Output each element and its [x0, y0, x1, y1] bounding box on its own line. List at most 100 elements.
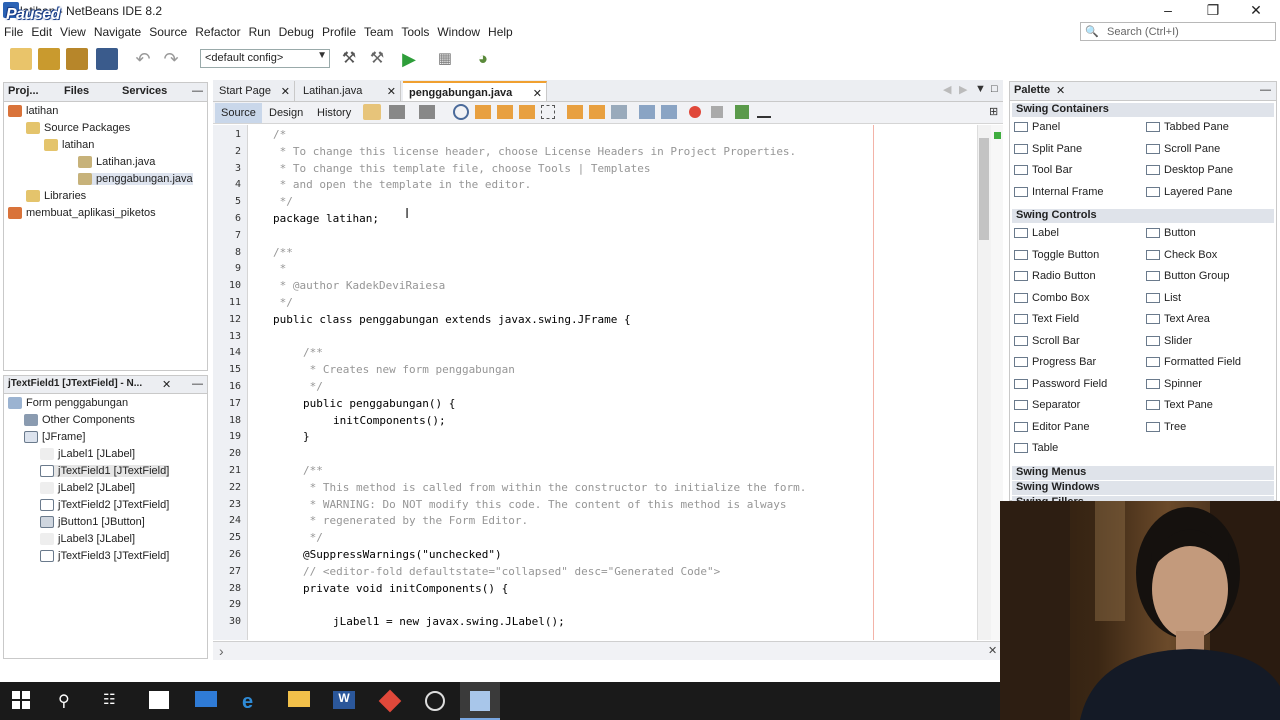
palette-item[interactable]: Desktop Pane — [1146, 164, 1233, 176]
shift-left-icon[interactable] — [639, 105, 655, 119]
palette-item[interactable]: Text Pane — [1146, 399, 1213, 411]
redo-icon[interactable]: ↷ — [160, 48, 182, 70]
undo-icon[interactable]: ↶ — [132, 48, 154, 70]
close-icon[interactable]: ✕ — [988, 644, 997, 657]
menu-run[interactable]: Run — [245, 22, 275, 39]
menu-tools[interactable]: Tools — [397, 22, 433, 39]
menu-debug[interactable]: Debug — [275, 22, 318, 39]
menu-refactor[interactable]: Refactor — [191, 22, 244, 39]
tab-latihan-java[interactable]: Latihan.java ✕ — [297, 81, 401, 101]
split-icon[interactable]: ⊞ — [989, 105, 998, 118]
palette-item[interactable]: Tree — [1146, 421, 1186, 433]
palette-item[interactable]: Password Field — [1014, 378, 1107, 390]
tab-source[interactable]: Source — [215, 103, 262, 123]
close-icon[interactable]: ✕ — [281, 85, 290, 98]
store-icon[interactable] — [149, 691, 171, 711]
palette-item[interactable]: Toggle Button — [1014, 249, 1099, 261]
palette-item[interactable]: Label — [1014, 227, 1059, 239]
minimize-panel-icon[interactable]: — — [192, 378, 203, 390]
tree-node-libraries[interactable]: Libraries — [26, 190, 86, 203]
stop-macro-icon[interactable] — [711, 106, 723, 118]
toggle-bookmark-icon[interactable] — [611, 105, 627, 119]
tree-node-penggabungan-java[interactable]: penggabungan.java — [78, 173, 193, 186]
palette-item[interactable]: Check Box — [1146, 249, 1217, 261]
tree-node-jlabel1[interactable]: jLabel1 [JLabel] — [40, 448, 135, 461]
prev-bookmark-icon[interactable] — [567, 105, 583, 119]
forward-icon[interactable] — [419, 105, 435, 119]
palette-item[interactable]: Progress Bar — [1014, 356, 1096, 368]
close-icon[interactable]: ✕ — [533, 87, 542, 100]
palette-item[interactable]: Radio Button — [1014, 270, 1096, 282]
run-icon[interactable]: ▶ — [398, 48, 420, 70]
clean-build-icon[interactable]: ⚒ — [366, 48, 388, 70]
menu-profile[interactable]: Profile — [318, 22, 360, 39]
tree-node-jlabel3[interactable]: jLabel3 [JLabel] — [40, 533, 135, 546]
comment-icon[interactable] — [757, 110, 771, 118]
tab-start-page[interactable]: Start Page ✕ — [213, 81, 295, 101]
git-icon[interactable] — [378, 689, 402, 713]
mail-icon[interactable] — [195, 691, 217, 711]
record-macro-icon[interactable] — [689, 106, 701, 118]
menu-source[interactable]: Source — [145, 22, 191, 39]
palette-item[interactable]: Text Field — [1014, 313, 1079, 325]
palette-item[interactable]: List — [1146, 292, 1181, 304]
tree-node-jframe[interactable]: [JFrame] — [24, 431, 85, 444]
palette-item[interactable]: Formatted Field — [1146, 356, 1241, 368]
palette-item[interactable]: Tool Bar — [1014, 164, 1072, 176]
palette-item[interactable]: Internal Frame — [1014, 186, 1104, 198]
shift-right-icon[interactable] — [661, 105, 677, 119]
tree-node-membuat-aplikasi[interactable]: membuat_aplikasi_piketos — [8, 207, 156, 220]
task-view-icon[interactable]: ☷ — [103, 691, 125, 711]
menu-team[interactable]: Team — [360, 22, 397, 39]
menu-window[interactable]: Window — [433, 22, 484, 39]
tree-node-latihan[interactable]: latihan — [8, 105, 58, 118]
find-icon[interactable] — [453, 104, 469, 120]
tree-node-latihan-java[interactable]: Latihan.java — [78, 156, 155, 169]
palette-category[interactable]: Swing Containers — [1012, 103, 1274, 117]
palette-item[interactable]: Combo Box — [1014, 292, 1089, 304]
word-icon[interactable]: W — [333, 691, 355, 711]
tree-node-jlabel2[interactable]: jLabel2 [JLabel] — [40, 482, 135, 495]
palette-item[interactable]: Tabbed Pane — [1146, 121, 1229, 133]
tab-services[interactable]: Services — [122, 85, 167, 97]
toggle-highlight-icon[interactable] — [541, 105, 555, 119]
open-project-icon[interactable] — [66, 48, 88, 70]
palette-item[interactable]: Editor Pane — [1014, 421, 1089, 433]
tree-node-jtextfield2[interactable]: jTextField2 [JTextField] — [40, 499, 169, 512]
obs-icon[interactable] — [425, 691, 447, 711]
search-icon[interactable]: ⚲ — [58, 691, 80, 711]
back-icon[interactable] — [389, 105, 405, 119]
new-project-icon[interactable] — [38, 48, 60, 70]
palette-category[interactable]: Swing Controls — [1012, 209, 1274, 223]
close-icon[interactable]: ✕ — [1056, 84, 1065, 97]
maximize-icon[interactable]: □ — [991, 83, 998, 95]
tree-node-package[interactable]: latihan — [44, 139, 94, 152]
palette-item[interactable]: Spinner — [1146, 378, 1202, 390]
search-input[interactable]: 🔍 Search (Ctrl+I) — [1080, 22, 1276, 41]
tree-node-source-packages[interactable]: Source Packages — [26, 122, 130, 135]
tab-history[interactable]: History — [311, 103, 357, 123]
find-next-icon[interactable] — [497, 105, 513, 119]
code-editor[interactable]: /* * To change this license header, choo… — [249, 125, 977, 640]
debug-icon[interactable]: ▦ — [434, 48, 456, 70]
palette-item[interactable]: Button — [1146, 227, 1196, 239]
palette-item[interactable]: Separator — [1014, 399, 1080, 411]
palette-category[interactable]: Swing Menus — [1012, 465, 1274, 480]
new-file-icon[interactable] — [10, 48, 32, 70]
menu-edit[interactable]: Edit — [27, 22, 56, 39]
restore-icon[interactable]: ❐ — [1190, 0, 1236, 22]
scroll-right-icon[interactable]: ▶ — [959, 83, 967, 96]
tree-node-jbutton1[interactable]: jButton1 [JButton] — [40, 516, 145, 529]
tab-design[interactable]: Design — [263, 103, 309, 123]
close-icon[interactable]: ✕ — [162, 378, 171, 391]
explorer-icon[interactable] — [288, 691, 310, 711]
palette-category[interactable]: Swing Windows — [1012, 480, 1274, 495]
minimize-icon[interactable]: – — [1145, 0, 1191, 22]
close-icon[interactable]: ✕ — [387, 85, 396, 98]
last-edit-icon[interactable] — [363, 104, 381, 120]
config-select[interactable]: <default config> ▼ — [200, 49, 330, 68]
build-icon[interactable]: ⚒ — [338, 48, 360, 70]
palette-item[interactable]: Scroll Bar — [1014, 335, 1080, 347]
tree-node-other-components[interactable]: Other Components — [24, 414, 135, 427]
next-bookmark-icon[interactable] — [589, 105, 605, 119]
